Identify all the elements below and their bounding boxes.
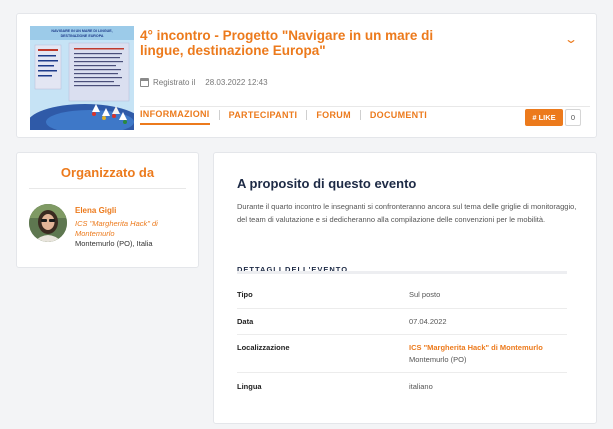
thumbnail-title-line2: DESTINAZIONE EUROPA (61, 34, 104, 38)
event-thumbnail: NAVIGARE IN UN MARE DI LINGUE, DESTINAZI… (30, 26, 134, 130)
detail-label: Tipo (237, 290, 253, 299)
organizer-school[interactable]: ICS "Margherita Hack" di Montemurlo (75, 219, 193, 238)
location-link[interactable]: ICS "Margherita Hack" di Montemurlo (409, 343, 543, 352)
avatar[interactable] (29, 204, 67, 242)
organizer-name[interactable]: Elena Gigli (75, 206, 116, 215)
organizer-card: Organizzato da Elena Gigli ICS "Margheri… (16, 152, 199, 268)
registered-info: Registrato il 28.03.2022 12:43 (140, 78, 268, 87)
about-heading: A proposito di questo evento (237, 176, 417, 191)
tab-forum[interactable]: FORUM (316, 110, 351, 124)
details-heading-underline (237, 271, 567, 274)
detail-value: 07.04.2022 (409, 317, 447, 326)
organizer-place: Montemurlo (PO), Italia (75, 239, 153, 248)
detail-value: Sul posto (409, 290, 441, 299)
calendar-icon (140, 78, 149, 87)
organizer-divider (29, 188, 186, 189)
event-title: 4° incontro - Progetto "Navigare in un m… (140, 28, 434, 58)
like-button[interactable]: # LIKE (525, 109, 563, 126)
detail-label: Localizzazione (237, 343, 290, 352)
event-header-card: NAVIGARE IN UN MARE DI LINGUE, DESTINAZI… (16, 13, 597, 138)
event-info-card: A proposito di questo evento Durante il … (213, 152, 597, 424)
detail-label: Lingua (237, 382, 262, 391)
thumbnail-title-line1: NAVIGARE IN UN MARE DI LINGUE, (51, 29, 112, 33)
location-city: Montemurlo (PO) (409, 355, 467, 364)
registered-label: Registrato il (153, 78, 196, 87)
tab-separator (306, 110, 308, 120)
registered-date: 28.03.2022 12:43 (205, 78, 268, 87)
detail-value: italiano (409, 382, 433, 391)
tab-documenti[interactable]: DOCUMENTI (370, 110, 427, 124)
tab-partecipanti[interactable]: PARTECIPANTI (229, 110, 298, 124)
organizer-heading: Organizzato da (60, 165, 155, 180)
tabs-divider (140, 106, 590, 107)
chevron-down-icon[interactable]: ⌄ (564, 32, 578, 46)
event-description: Durante il quarto incontro le insegnanti… (237, 202, 577, 224)
event-tabs: INFORMAZIONI PARTECIPANTI FORUM DOCUMENT… (140, 109, 427, 125)
tab-informazioni[interactable]: INFORMAZIONI (140, 109, 210, 125)
row-divider (237, 308, 567, 309)
row-divider (237, 334, 567, 335)
tab-separator (218, 110, 220, 120)
like-count: 0 (565, 109, 581, 126)
tab-separator (359, 110, 361, 120)
row-divider (237, 372, 567, 373)
detail-label: Data (237, 317, 254, 326)
